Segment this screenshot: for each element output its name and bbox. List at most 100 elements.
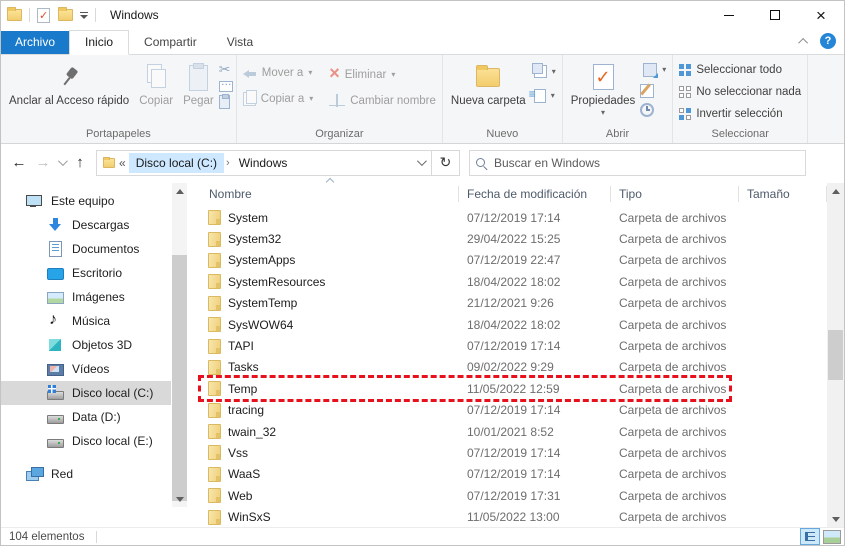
copy-to-button[interactable]: Copiar a ▾ <box>240 90 316 108</box>
file-name: Vss <box>228 445 249 460</box>
easy-access-button[interactable]: ▾ <box>531 63 559 80</box>
sidebar-item-documentos[interactable]: Documentos <box>1 237 197 261</box>
paste-button[interactable]: Pegar <box>178 57 219 109</box>
breadcrumb-overflow[interactable]: « <box>119 156 126 170</box>
help-icon[interactable] <box>820 33 836 49</box>
scroll-down-icon[interactable] <box>827 511 844 527</box>
scrollbar-thumb[interactable] <box>828 330 843 380</box>
sidebar-item-data-d[interactable]: Data (D:) <box>1 405 197 429</box>
customize-toolbar-caret-icon[interactable] <box>80 12 88 19</box>
details-view-button[interactable] <box>800 528 820 545</box>
column-header-size[interactable]: Tamaño <box>739 186 827 202</box>
select-all-button[interactable]: Seleccionar todo <box>676 62 804 78</box>
file-type: Carpeta de archivos <box>619 360 727 375</box>
minimize-button[interactable] <box>706 1 752 29</box>
location-folder-icon <box>103 156 115 168</box>
quick-access-new-folder-icon[interactable] <box>58 7 73 21</box>
scroll-up-icon[interactable] <box>172 183 187 199</box>
scroll-down-icon[interactable] <box>172 491 187 507</box>
history-icon[interactable] <box>640 103 655 117</box>
file-row[interactable]: System32 29/04/2022 15:25 Carpeta de arc… <box>201 228 844 249</box>
pin-to-quick-access-button[interactable]: Anclar al Acceso rápido <box>4 57 134 109</box>
tab-inicio[interactable]: Inicio <box>69 30 130 55</box>
file-modified: 07/12/2019 17:14 <box>467 403 561 418</box>
file-row[interactable]: TAPI 07/12/2019 17:14 Carpeta de archivo… <box>201 335 844 356</box>
scrollbar-thumb[interactable] <box>172 255 187 501</box>
folder-icon <box>208 274 221 290</box>
file-name: SysWOW64 <box>228 317 294 332</box>
file-row[interactable]: SystemResources 18/04/2022 18:02 Carpeta… <box>201 271 844 292</box>
new-item-icon <box>531 63 547 78</box>
column-header-modified[interactable]: Fecha de modificación <box>459 186 611 202</box>
close-button[interactable] <box>798 1 844 29</box>
forward-button[interactable]: → <box>31 151 55 175</box>
back-button[interactable]: ← <box>7 151 31 175</box>
file-modified: 18/04/2022 18:02 <box>467 274 561 289</box>
new-folder-button[interactable]: Nueva carpeta <box>446 57 531 109</box>
file-row[interactable]: SystemTemp 21/12/2021 9:26 Carpeta de ar… <box>201 293 844 314</box>
copy-button[interactable]: Copiar <box>134 57 178 109</box>
file-row[interactable]: SystemApps 07/12/2019 22:47 Carpeta de a… <box>201 250 844 271</box>
maximize-button[interactable] <box>752 1 798 29</box>
sidebar-item-v-deos[interactable]: Vídeos <box>1 357 197 381</box>
file-row[interactable]: Temp 11/05/2022 12:59 Carpeta de archivo… <box>198 375 844 403</box>
rename-button[interactable]: Cambiar nombre <box>326 93 439 109</box>
file-row[interactable]: WaaS 07/12/2019 17:14 Carpeta de archivo… <box>201 464 844 485</box>
column-header-type[interactable]: Tipo <box>611 186 739 202</box>
sidebar-scrollbar[interactable] <box>172 183 187 507</box>
paste-shortcut-icon[interactable] <box>218 94 230 109</box>
computer-icon <box>26 193 42 209</box>
up-button[interactable]: ↑ <box>68 151 92 175</box>
move-to-button[interactable]: Mover a ▾ <box>240 65 316 81</box>
sidebar-item-descargas[interactable]: Descargas <box>1 213 197 237</box>
column-header-name[interactable]: Nombre <box>201 177 459 202</box>
copy-path-icon[interactable] <box>218 76 233 92</box>
sidebar-item-este-equipo[interactable]: Este equipo <box>1 189 197 213</box>
search-input[interactable] <box>494 155 799 170</box>
new-item-button[interactable]: ▾ <box>529 87 559 105</box>
sidebar-item-disco-local-c[interactable]: Disco local (C:) <box>1 381 171 405</box>
select-none-button[interactable]: No seleccionar nada <box>676 84 804 100</box>
sidebar-item-disco-local-e[interactable]: Disco local (E:) <box>1 429 197 453</box>
folder-icon <box>208 338 221 354</box>
folder-icon <box>208 381 221 397</box>
quick-access-properties-icon[interactable] <box>37 7 50 23</box>
invert-selection-button[interactable]: Invertir selección <box>676 106 804 122</box>
address-dropdown-icon[interactable] <box>411 159 429 166</box>
file-row[interactable]: System 07/12/2019 17:14 Carpeta de archi… <box>201 207 844 228</box>
tab-archivo[interactable]: Archivo <box>1 31 70 54</box>
refresh-icon[interactable] <box>432 149 460 176</box>
sidebar-item-escritorio[interactable]: Escritorio <box>1 261 197 285</box>
file-row[interactable]: Tasks 09/02/2022 9:29 Carpeta de archivo… <box>201 357 844 378</box>
recent-locations-icon[interactable] <box>55 151 68 175</box>
file-row[interactable]: WinSxS 11/05/2022 13:00 Carpeta de archi… <box>201 506 844 527</box>
open-button[interactable]: ▾ <box>640 61 669 79</box>
search-box[interactable] <box>469 149 806 176</box>
breadcrumb-folder[interactable]: Windows <box>232 153 295 173</box>
file-modified: 29/04/2022 15:25 <box>467 232 561 247</box>
large-icons-view-button[interactable] <box>823 529 841 544</box>
sidebar-item-im-genes[interactable]: Imágenes <box>1 285 197 309</box>
collapse-ribbon-icon[interactable] <box>798 37 809 48</box>
breadcrumb-separator-icon[interactable]: › <box>224 157 232 169</box>
sidebar-item-m-sica[interactable]: Música <box>1 309 197 333</box>
file-row[interactable]: Web 07/12/2019 17:31 Carpeta de archivos <box>201 485 844 506</box>
sidebar-item-red[interactable]: Red <box>1 462 197 486</box>
file-row[interactable]: SysWOW64 18/04/2022 18:02 Carpeta de arc… <box>201 314 844 335</box>
tab-vista[interactable]: Vista <box>212 31 268 54</box>
breadcrumb-drive[interactable]: Disco local (C:) <box>128 152 225 173</box>
rename-icon <box>329 94 346 107</box>
file-row[interactable]: Vss 07/12/2019 17:14 Carpeta de archivos <box>201 442 844 463</box>
main-area: Este equipo Descargas Documentos Escrito… <box>1 177 844 527</box>
properties-button[interactable]: Propiedades ▾ <box>566 57 641 117</box>
scroll-up-icon[interactable] <box>827 183 844 199</box>
delete-button[interactable]: Eliminar▾ <box>326 65 439 84</box>
filelist-scrollbar[interactable] <box>827 183 844 527</box>
file-row[interactable]: twain_32 10/01/2021 8:52 Carpeta de arch… <box>201 421 844 442</box>
edit-icon[interactable] <box>640 84 655 98</box>
file-row[interactable]: tracing 07/12/2019 17:14 Carpeta de arch… <box>201 400 844 421</box>
address-bar[interactable]: « Disco local (C:) › Windows <box>96 149 432 176</box>
sidebar-item-objetos-3d[interactable]: Objetos 3D <box>1 333 197 357</box>
select-all-icon <box>679 64 692 76</box>
tab-compartir[interactable]: Compartir <box>129 31 212 54</box>
